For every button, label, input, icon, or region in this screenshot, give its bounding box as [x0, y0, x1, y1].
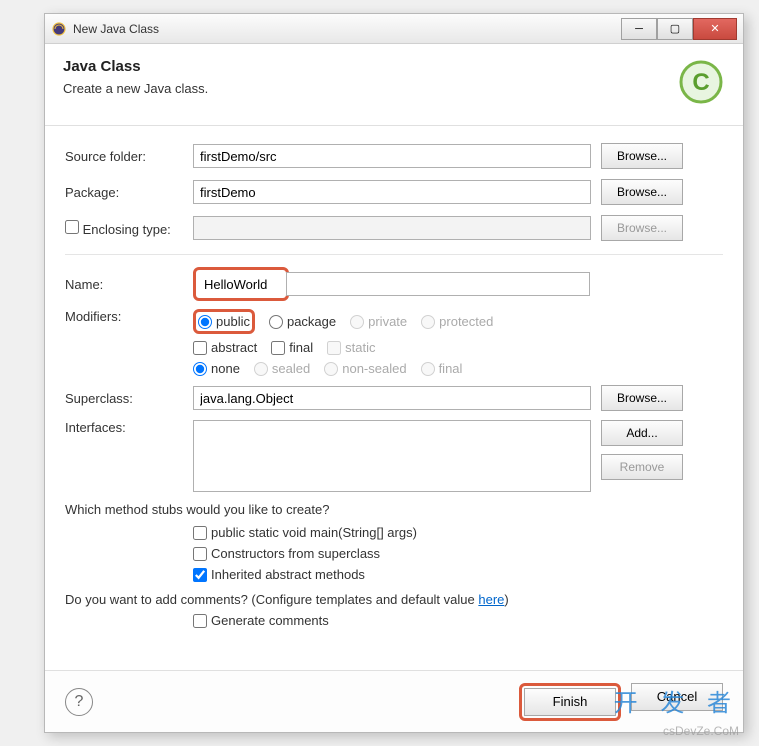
source-folder-input[interactable] [193, 144, 591, 168]
enclosing-type-browse-button: Browse... [601, 215, 683, 241]
package-label: Package: [65, 185, 193, 200]
enclosing-type-checkbox-label: Enclosing type: [65, 220, 193, 237]
modifier-static: static [327, 340, 375, 355]
header-subtitle: Create a new Java class. [63, 81, 208, 96]
titlebar[interactable]: New Java Class ─ ▢ ✕ [45, 14, 743, 44]
interfaces-add-button[interactable]: Add... [601, 420, 683, 446]
superclass-browse-button[interactable]: Browse... [601, 385, 683, 411]
svg-text:C: C [692, 69, 709, 96]
interfaces-list[interactable] [193, 420, 591, 492]
stub-main-checkbox[interactable]: public static void main(String[] args) [193, 525, 723, 540]
separator [65, 254, 723, 255]
stubs-question: Which method stubs would you like to cre… [65, 502, 723, 517]
generate-comments-checkbox[interactable]: Generate comments [193, 613, 723, 628]
modifier-abstract[interactable]: abstract [193, 340, 257, 355]
modifier-package[interactable]: package [269, 314, 336, 329]
modifiers-label: Modifiers: [65, 309, 193, 324]
modifier-final-flag[interactable]: final [271, 340, 313, 355]
dialog-header: Java Class Create a new Java class. C [45, 44, 743, 126]
name-label: Name: [65, 277, 193, 292]
maximize-button[interactable]: ▢ [657, 18, 693, 40]
header-title: Java Class [63, 58, 208, 75]
minimize-button[interactable]: ─ [621, 18, 657, 40]
finish-highlight: Finish [519, 683, 621, 721]
interfaces-label: Interfaces: [65, 420, 193, 435]
interfaces-remove-button: Remove [601, 454, 683, 480]
modifier-protected: protected [421, 314, 493, 329]
close-button[interactable]: ✕ [693, 18, 737, 40]
source-folder-browse-button[interactable]: Browse... [601, 143, 683, 169]
enclosing-type-input [193, 216, 591, 240]
configure-link[interactable]: here [478, 592, 504, 607]
package-input[interactable] [193, 180, 591, 204]
sealed-sealed: sealed [254, 361, 310, 376]
name-highlight [193, 267, 289, 301]
cancel-button[interactable]: Cancel [631, 683, 723, 711]
eclipse-icon [51, 21, 67, 37]
class-icon: C [677, 58, 725, 111]
finish-button[interactable]: Finish [524, 688, 616, 716]
superclass-label: Superclass: [65, 391, 193, 406]
new-class-dialog: New Java Class ─ ▢ ✕ Java Class Create a… [44, 13, 744, 733]
modifier-public[interactable]: public [198, 314, 250, 329]
comments-question: Do you want to add comments? (Configure … [65, 592, 723, 607]
window-buttons: ─ ▢ ✕ [621, 18, 737, 40]
stub-inherited-checkbox[interactable]: Inherited abstract methods [193, 567, 723, 582]
help-icon[interactable]: ? [65, 688, 93, 716]
sealed-final: final [421, 361, 463, 376]
modifier-private: private [350, 314, 407, 329]
dialog-footer: ? Finish Cancel [45, 670, 743, 732]
name-input-extension[interactable] [286, 272, 590, 296]
dialog-content: Source folder: Browse... Package: Browse… [45, 126, 743, 644]
sealed-non-sealed: non-sealed [324, 361, 406, 376]
source-folder-label: Source folder: [65, 149, 193, 164]
package-browse-button[interactable]: Browse... [601, 179, 683, 205]
public-highlight: public [193, 309, 255, 334]
window-title: New Java Class [73, 22, 621, 36]
sealed-none[interactable]: none [193, 361, 240, 376]
superclass-input[interactable] [193, 386, 591, 410]
name-input[interactable] [198, 272, 284, 296]
stub-constructors-checkbox[interactable]: Constructors from superclass [193, 546, 723, 561]
enclosing-type-checkbox[interactable] [65, 220, 79, 234]
